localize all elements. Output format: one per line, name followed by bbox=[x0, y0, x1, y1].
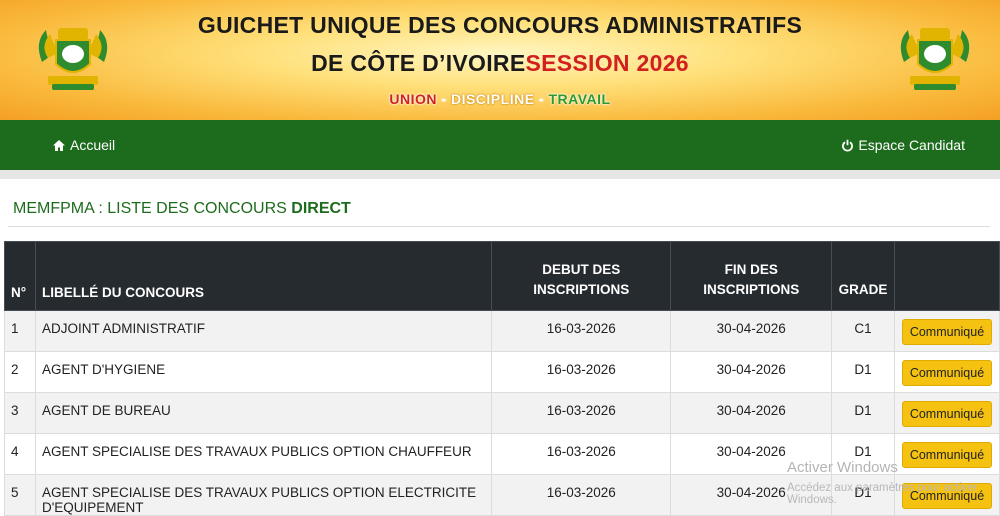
nav-bottom-strip bbox=[0, 170, 1000, 179]
table-row: 2 AGENT D'HYGIENE 16-03-2026 30-04-2026 … bbox=[4, 351, 1000, 393]
col-header-action bbox=[893, 241, 1000, 311]
communique-button[interactable]: Communiqué bbox=[901, 401, 993, 427]
col-header-debut-line2: INSCRIPTIONS bbox=[533, 282, 630, 297]
col-header-fin-line2: INSCRIPTIONS bbox=[703, 282, 800, 297]
cell-action: Communiqué bbox=[893, 351, 1000, 393]
col-header-debut-line1: DEBUT DES bbox=[542, 262, 621, 277]
nav-home-link[interactable]: Accueil bbox=[52, 120, 115, 170]
windows-activation-watermark-subtitle: Accédez aux paramètres pour activer Wind… bbox=[787, 482, 978, 506]
page-title: MEMFPMA : LISTE DES CONCOURS DIRECT bbox=[13, 200, 351, 218]
cell-libelle: AGENT D'HYGIENE bbox=[34, 351, 493, 393]
col-header-debut: DEBUT DES INSCRIPTIONS bbox=[491, 241, 672, 311]
country-name: DE CÔTE D’IVOIRE bbox=[311, 50, 526, 76]
cell-libelle: AGENT SPECIALISE DES TRAVAUX PUBLICS OPT… bbox=[34, 474, 493, 516]
cell-fin: 30-04-2026 bbox=[670, 392, 832, 434]
cell-num: 5 bbox=[4, 474, 36, 516]
col-header-num: N° bbox=[4, 241, 36, 311]
cell-num: 2 bbox=[4, 351, 36, 393]
cell-libelle: AGENT DE BUREAU bbox=[34, 392, 493, 434]
power-icon bbox=[842, 139, 854, 152]
motto-discipline: DISCIPLINE bbox=[450, 91, 535, 107]
cell-num: 3 bbox=[4, 392, 36, 434]
cell-debut: 16-03-2026 bbox=[491, 392, 672, 434]
communique-button[interactable]: Communiqué bbox=[901, 319, 993, 345]
nav-home-label: Accueil bbox=[70, 137, 116, 153]
cell-action: Communiqué bbox=[893, 433, 1000, 475]
main-navbar: Accueil Espace Candidat bbox=[0, 120, 1000, 170]
nav-candidate-space-link[interactable]: Espace Candidat bbox=[841, 120, 965, 170]
cell-libelle: ADJOINT ADMINISTRATIF bbox=[34, 310, 493, 352]
table-row: 1 ADJOINT ADMINISTRATIF 16-03-2026 30-04… bbox=[4, 310, 1000, 352]
table-header-row: N° LIBELLÉ DU CONCOURS DEBUT DES INSCRIPT… bbox=[4, 241, 1000, 311]
col-header-libelle: LIBELLÉ DU CONCOURS bbox=[34, 241, 493, 311]
motto-union: UNION bbox=[389, 91, 438, 107]
header-banner: GUICHET UNIQUE DES CONCOURS ADMINISTRATI… bbox=[0, 0, 1000, 120]
cell-num: 1 bbox=[4, 310, 36, 352]
motto-separator: - bbox=[534, 91, 549, 107]
title-divider bbox=[8, 226, 990, 227]
session-label: SESSION 2026 bbox=[525, 50, 689, 76]
national-motto: UNION - DISCIPLINE - TRAVAIL bbox=[0, 91, 1000, 107]
cell-libelle: AGENT SPECIALISE DES TRAVAUX PUBLICS OPT… bbox=[34, 433, 493, 475]
coat-of-arms-emblem-right bbox=[900, 28, 970, 90]
windows-activation-watermark-title: Activer Windows bbox=[787, 459, 898, 476]
nav-candidate-label: Espace Candidat bbox=[858, 137, 965, 153]
cell-fin: 30-04-2026 bbox=[670, 351, 832, 393]
cell-grade: D1 bbox=[830, 351, 895, 393]
cell-debut: 16-03-2026 bbox=[491, 351, 672, 393]
cell-debut: 16-03-2026 bbox=[491, 433, 672, 475]
page-title-prefix: MEMFPMA : LISTE DES CONCOURS bbox=[13, 200, 292, 217]
communique-button[interactable]: Communiqué bbox=[901, 360, 993, 386]
cell-debut: 16-03-2026 bbox=[491, 310, 672, 352]
portal-title-line2: DE CÔTE D’IVOIRESESSION 2026 bbox=[0, 50, 1000, 77]
communique-button[interactable]: Communiqué bbox=[901, 442, 993, 468]
motto-travail: TRAVAIL bbox=[548, 91, 611, 107]
col-header-fin-line1: FIN DES bbox=[724, 262, 778, 277]
cell-action: Communiqué bbox=[893, 310, 1000, 352]
home-icon bbox=[53, 140, 65, 151]
cell-action: Communiqué bbox=[893, 392, 1000, 434]
col-header-grade: GRADE bbox=[830, 241, 895, 311]
cell-debut: 16-03-2026 bbox=[491, 474, 672, 516]
col-header-fin: FIN DES INSCRIPTIONS bbox=[670, 241, 832, 311]
table-row: 3 AGENT DE BUREAU 16-03-2026 30-04-2026 … bbox=[4, 392, 1000, 434]
portal-title-line1: GUICHET UNIQUE DES CONCOURS ADMINISTRATI… bbox=[197, 12, 803, 38]
cell-grade: C1 bbox=[830, 310, 895, 352]
cell-grade: D1 bbox=[830, 392, 895, 434]
cell-fin: 30-04-2026 bbox=[670, 310, 832, 352]
motto-separator: - bbox=[437, 91, 451, 107]
cell-num: 4 bbox=[4, 433, 36, 475]
page-title-emphasis: DIRECT bbox=[291, 200, 351, 217]
